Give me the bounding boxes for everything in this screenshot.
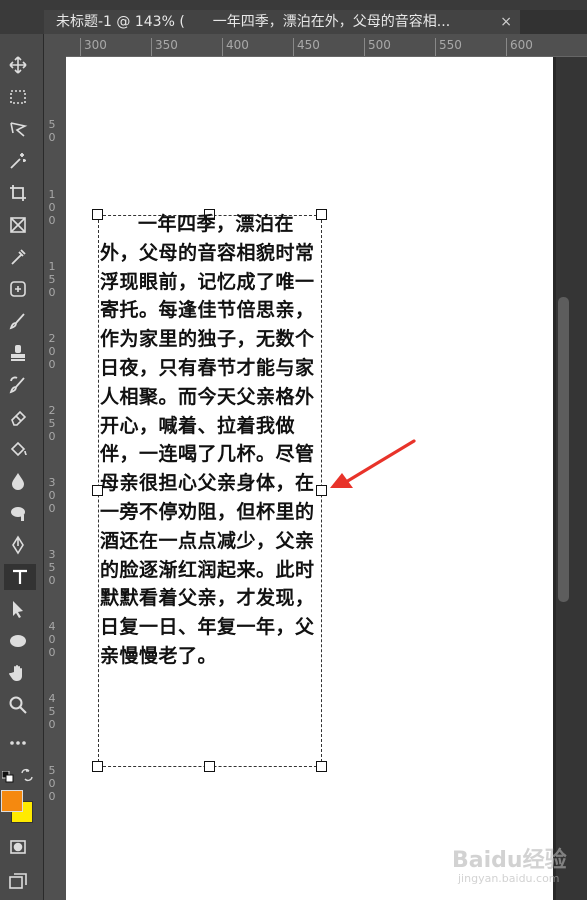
type-icon[interactable] bbox=[4, 564, 36, 590]
crop-icon[interactable] bbox=[0, 180, 36, 206]
ruler-label: 4 0 0 bbox=[48, 620, 56, 659]
swap-colors-icon[interactable] bbox=[20, 767, 34, 782]
default-colors-icon[interactable] bbox=[1, 768, 14, 783]
tools-panel bbox=[0, 34, 44, 900]
paint-bucket-icon[interactable] bbox=[0, 436, 36, 462]
close-icon[interactable]: × bbox=[500, 10, 512, 34]
ruler-label: 550 bbox=[439, 38, 462, 52]
ruler-label: 5 0 bbox=[48, 118, 56, 144]
transform-handle-bottom-right[interactable] bbox=[316, 761, 327, 772]
tab-bar: 未标题-1 @ 143% ( 一年四季，漂泊在外，父母的音容相... × bbox=[0, 0, 587, 34]
clone-stamp-icon[interactable] bbox=[0, 340, 36, 366]
path-selection-icon[interactable] bbox=[0, 596, 36, 622]
ruler-label: 350 bbox=[155, 38, 178, 52]
ruler-label: 2 0 0 bbox=[48, 332, 56, 371]
ellipse-icon[interactable] bbox=[0, 628, 36, 654]
move-icon[interactable] bbox=[0, 52, 36, 78]
ruler-label: 3 5 0 bbox=[48, 548, 56, 587]
history-brush-icon[interactable] bbox=[0, 372, 36, 398]
ruler-label: 4 5 0 bbox=[48, 692, 56, 731]
ruler-label: 2 5 0 bbox=[48, 404, 56, 443]
eraser-icon[interactable] bbox=[0, 404, 36, 430]
horizontal-ruler[interactable]: 300 350 400 450 500 550 600 bbox=[44, 34, 587, 57]
scrollbar-thumb[interactable] bbox=[558, 297, 569, 602]
watermark-logo: Baidu经验 bbox=[452, 848, 567, 873]
ruler-label: 600 bbox=[510, 38, 533, 52]
dodge-icon[interactable] bbox=[0, 500, 36, 526]
transform-handle-bottom-center[interactable] bbox=[204, 761, 215, 772]
screen-mode-icon[interactable] bbox=[0, 868, 36, 894]
eyedropper-icon[interactable] bbox=[0, 244, 36, 270]
hand-icon[interactable] bbox=[0, 660, 36, 686]
pen-icon[interactable] bbox=[0, 532, 36, 558]
zoom-icon[interactable] bbox=[0, 692, 36, 718]
document-tab[interactable]: 未标题-1 @ 143% ( 一年四季，漂泊在外，父母的音容相... × bbox=[44, 10, 520, 34]
vertical-ruler[interactable]: 5 0 1 0 0 1 5 0 2 0 0 2 5 0 3 0 0 3 5 0 … bbox=[44, 56, 67, 900]
ruler-label: 500 bbox=[368, 38, 391, 52]
ruler-label: 1 0 0 bbox=[48, 188, 56, 227]
marquee-icon[interactable] bbox=[0, 84, 36, 110]
ruler-label: 400 bbox=[226, 38, 249, 52]
ruler-label: 3 0 0 bbox=[48, 476, 56, 515]
annotation-arrow-icon bbox=[330, 439, 416, 488]
frame-icon[interactable] bbox=[0, 212, 36, 238]
blur-icon[interactable] bbox=[0, 468, 36, 494]
paragraph-text[interactable]: 一年四季，漂泊在外，父母的音容相貌时常浮现眼前，记忆成了唯一寄托。每逢佳节倍思亲… bbox=[100, 210, 322, 671]
transform-handle-bottom-left[interactable] bbox=[92, 761, 103, 772]
healing-brush-icon[interactable] bbox=[0, 276, 36, 302]
ruler-label: 300 bbox=[84, 38, 107, 52]
magic-wand-icon[interactable] bbox=[0, 148, 36, 174]
more-icon[interactable] bbox=[0, 730, 36, 756]
quick-mask-icon[interactable] bbox=[0, 834, 36, 860]
lasso-icon[interactable] bbox=[0, 116, 36, 142]
watermark-url: jingyan.baidu.com bbox=[458, 872, 560, 885]
brush-icon[interactable] bbox=[0, 308, 36, 334]
document-tab-title: 未标题-1 @ 143% ( 一年四季，漂泊在外，父母的音容相... bbox=[56, 14, 451, 30]
ruler-label: 1 5 0 bbox=[48, 260, 56, 299]
tab-bar-empty bbox=[520, 10, 587, 34]
ruler-label: 5 0 0 bbox=[48, 764, 56, 803]
foreground-color-swatch[interactable] bbox=[1, 790, 23, 812]
ruler-label: 450 bbox=[297, 38, 320, 52]
